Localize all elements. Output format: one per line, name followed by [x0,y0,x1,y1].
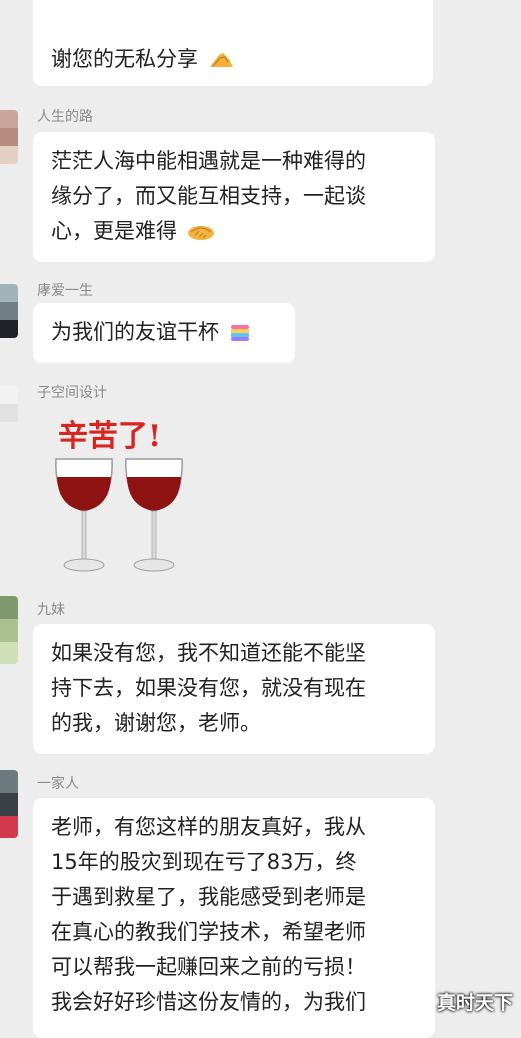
avatar[interactable] [0,770,18,838]
sender-name: 人生的路 [37,109,93,125]
message-line: 为我们的友谊干杯 [51,315,295,350]
message-line: 老师，有您这样的朋友真好，我从 [51,815,366,839]
avatar[interactable] [0,596,18,664]
message-line: 谢您的无私分享 [51,42,433,77]
rainbow-cake-emoji [230,325,249,341]
watermark: 真时天下 [436,992,513,1014]
sender-name: 九妹 [37,602,65,618]
sender-name: 庨爱一生 [37,283,93,299]
message-line: 在真心的教我们学技术，希望老师 [51,920,366,944]
message-line: 15年的股灾到现在亏了83万，终 [51,850,357,874]
message-bubble-3[interactable]: 为我们的友谊干杯 [33,303,295,363]
message-bubble-2[interactable]: 茫茫人海中能相遇就是一种难得的 缘分了，而又能互相支持，一起谈 心，更是难得 [33,132,435,262]
message-line: 缘分了，而又能互相支持，一起谈 [51,184,366,208]
handshake-emoji [187,226,214,240]
message-bubble-1[interactable]: 谢您的无私分享 [33,0,433,86]
avatar[interactable] [0,386,18,440]
ok-hand-emoji [209,53,233,67]
message-line: 茫茫人海中能相遇就是一种难得的 [51,149,366,173]
sender-name: 子空间设计 [37,385,107,401]
sender-name: 一家人 [37,776,79,792]
wine-glasses-sticker[interactable]: 辛苦了! [50,405,200,585]
wine-glass-icon [55,458,183,572]
message-bubble-5[interactable]: 如果没有您，我不知道还能不能坚 持下去，如果没有您，就没有现在 的我，谢谢您，老… [33,624,435,754]
message-line: 我会好好珍惜这份友情的，为我们 [51,990,366,1014]
message-line: 心，更是难得 [51,214,435,249]
message-bubble-6[interactable]: 老师，有您这样的朋友真好，我从 15年的股灾到现在亏了83万，终 于遇到救星了，… [33,798,435,1038]
message-line: 于遇到救星了，我能感受到老师是 [51,885,366,909]
message-line: 持下去，如果没有您，就没有现在 [51,676,366,700]
message-line: 如果没有您，我不知道还能不能坚 [51,641,366,665]
message-line: 的我，谢谢您，老师。 [51,711,261,735]
message-line: 可以帮我一起赚回来之前的亏损！ [51,955,366,979]
avatar[interactable] [0,284,18,338]
avatar[interactable] [0,110,18,164]
sticker-caption: 辛苦了! [58,419,162,454]
